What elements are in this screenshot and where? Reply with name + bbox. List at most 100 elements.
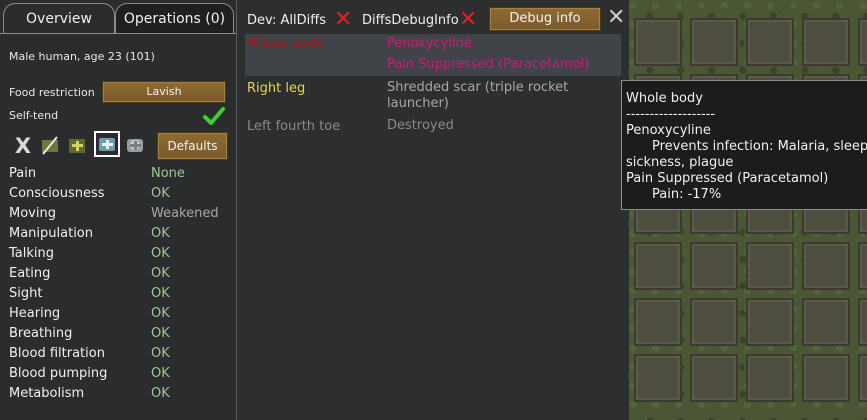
hediff-tooltip: Whole body ------------------- Penoxycyl… (621, 80, 867, 210)
tooltip-item-name: Penoxycyline (626, 123, 711, 138)
capacity-value: OK (151, 306, 170, 321)
condition-label: Shredded scar (triple rocket launcher) (387, 80, 569, 111)
capacity-name: Pain (9, 166, 37, 181)
floor-tile (690, 18, 738, 66)
capacity-row: Manipulation OK (9, 226, 229, 246)
defaults-button[interactable]: Defaults (157, 132, 228, 160)
capacity-name: Metabolism (9, 386, 85, 401)
capacity-value: OK (151, 266, 170, 281)
capacity-name: Eating (9, 266, 51, 281)
self-tend-checkbox[interactable] (203, 106, 225, 126)
capacity-name: Moving (9, 206, 56, 221)
debug-info-button[interactable]: Debug info (489, 7, 601, 31)
diffs-debug-toggle-x-icon[interactable]: ✕ (459, 9, 477, 31)
capacity-value: Weakened (151, 206, 219, 221)
body-part-label: Whole body (247, 37, 324, 52)
capacity-name: Talking (9, 246, 54, 261)
herbal-medicine-icon[interactable] (66, 134, 88, 156)
industrial-medicine-icon[interactable] (94, 131, 120, 157)
capacity-name: Hearing (9, 306, 61, 321)
floor-tile (634, 298, 682, 346)
capacity-value: None (151, 166, 185, 181)
food-restriction-label: Food restriction (9, 86, 95, 99)
capacity-name: Sight (9, 286, 43, 301)
capacity-name: Blood pumping (9, 366, 108, 381)
floor-tile (690, 242, 738, 290)
floor-tile (858, 354, 867, 402)
capacity-row: Metabolism OK (9, 386, 229, 406)
capacity-value: OK (151, 346, 170, 361)
capacity-row: Hearing OK (9, 306, 229, 326)
floor-tile (802, 354, 850, 402)
floor-tile (634, 18, 682, 66)
capacity-row: Blood filtration OK (9, 346, 229, 366)
tooltip-separator: ------------------- (626, 107, 716, 122)
close-icon[interactable]: ✕ (607, 5, 625, 30)
health-row[interactable]: Whole body Penoxycyline Pain Suppressed (P… (245, 34, 621, 76)
capacity-name: Manipulation (9, 226, 94, 241)
floor-tile (634, 354, 682, 402)
floor-tile (690, 298, 738, 346)
condition-label: Pain Suppressed (Paracetamol) (387, 57, 590, 72)
floor-tile (858, 242, 867, 290)
health-row[interactable]: Right leg Shredded scar (triple rocket la… (245, 78, 621, 114)
capacity-row: Sight OK (9, 286, 229, 306)
tooltip-item-detail: Pain: -17% (652, 187, 722, 202)
capacity-name: Breathing (9, 326, 73, 341)
tooltip-title: Whole body (626, 91, 703, 106)
floor-tile (746, 354, 794, 402)
condition-label: Destroyed (387, 118, 454, 133)
tooltip-item-detail: sickness, plague (626, 155, 734, 170)
tab-divider (0, 33, 236, 34)
floor-tile (858, 298, 867, 346)
capacity-value: OK (151, 326, 170, 341)
diffs-debug-info-label: DiffsDebugInfo (362, 13, 459, 28)
floor-tile (746, 18, 794, 66)
capacity-row: Talking OK (9, 246, 229, 266)
condition-label: Penoxycyline (387, 36, 472, 51)
floor-tile (802, 242, 850, 290)
floor-tile (802, 298, 850, 346)
tooltip-item-detail: Prevents infection: Malaria, sleeping (652, 139, 867, 154)
floor-tile (634, 242, 682, 290)
condition-list: Shredded scar (triple rocket launcher) (387, 80, 617, 112)
all-diffs-toggle-x-icon[interactable]: ✕ (334, 9, 352, 31)
condition-list: Destroyed (387, 118, 617, 134)
floor-tile (858, 18, 867, 66)
clear-bills-icon[interactable]: X (12, 134, 34, 158)
condition-list: Penoxycyline Pain Suppressed (Paracetamol… (387, 36, 617, 78)
health-tab-panel: Overview Operations (0) Male human, age … (0, 0, 237, 420)
capacity-value: OK (151, 386, 170, 401)
capacity-row: Consciousness OK (9, 186, 229, 206)
capacity-name: Consciousness (9, 186, 105, 201)
capacity-value: OK (151, 226, 170, 241)
body-part-label: Left fourth toe (247, 119, 341, 134)
floor-tile (690, 354, 738, 402)
capacity-row: Blood pumping OK (9, 366, 229, 386)
capacity-row: Eating OK (9, 266, 229, 286)
pawn-summary: Male human, age 23 (101) (9, 50, 155, 63)
dev-all-diffs-label: Dev: AllDiffs (247, 13, 326, 28)
floor-tile (802, 18, 850, 66)
tab-operations[interactable]: Operations (0) (115, 3, 234, 34)
capacity-value: OK (151, 186, 170, 201)
tooltip-item-name: Pain Suppressed (Paracetamol) (626, 171, 829, 186)
food-restriction-button[interactable]: Lavish (102, 81, 226, 103)
capacity-value: OK (151, 246, 170, 261)
floor-tile (746, 242, 794, 290)
self-tend-label: Self-tend (9, 109, 59, 122)
body-part-label: Right leg (247, 81, 306, 96)
glitterworld-medicine-icon[interactable] (124, 134, 146, 156)
health-row[interactable]: Left fourth toe Destroyed (245, 116, 621, 136)
checkmark-icon (203, 107, 225, 125)
game-world-background (628, 0, 867, 420)
capacity-row: Breathing OK (9, 326, 229, 346)
capacity-name: Blood filtration (9, 346, 105, 361)
hediff-panel: Dev: AllDiffs ✕ DiffsDebugInfo ✕ Debug i… (236, 0, 629, 420)
capacity-value: OK (151, 286, 170, 301)
capacity-value: OK (151, 366, 170, 381)
medicine-none-icon[interactable] (39, 134, 61, 156)
tab-overview[interactable]: Overview (3, 3, 115, 34)
capacity-row: Pain None (9, 166, 229, 186)
floor-tile (746, 298, 794, 346)
